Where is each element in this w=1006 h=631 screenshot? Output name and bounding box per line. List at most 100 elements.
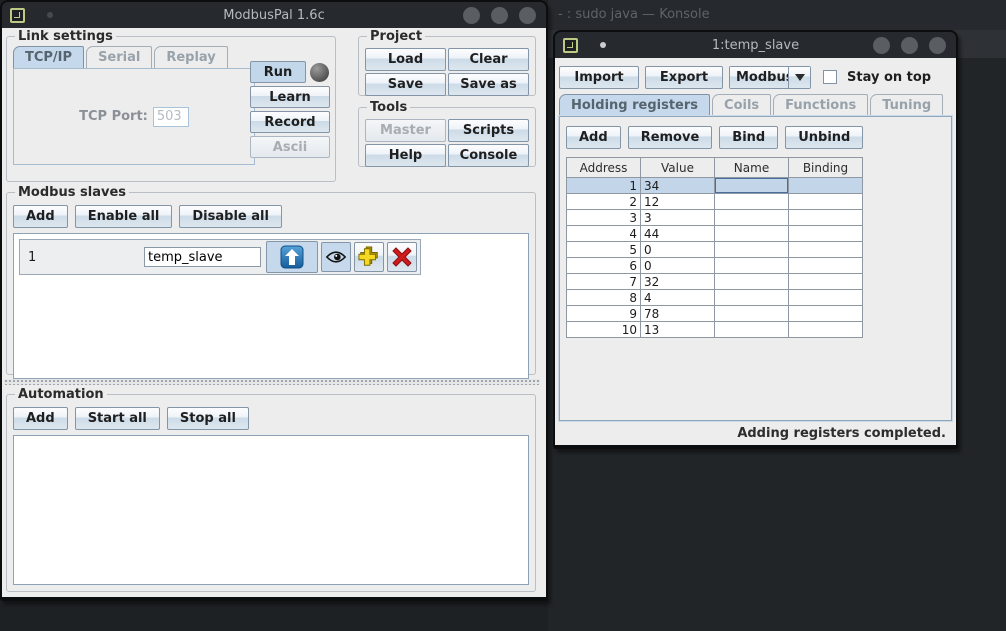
table-cell[interactable]: 7 bbox=[567, 274, 641, 290]
table-cell[interactable] bbox=[789, 274, 863, 290]
table-cell[interactable] bbox=[715, 258, 789, 274]
table-cell[interactable] bbox=[789, 226, 863, 242]
table-cell[interactable] bbox=[715, 290, 789, 306]
table-cell[interactable] bbox=[715, 306, 789, 322]
table-row[interactable]: 444 bbox=[567, 226, 863, 242]
help-button[interactable]: Help bbox=[365, 144, 446, 167]
table-row[interactable]: 134 bbox=[567, 178, 863, 194]
table-row[interactable]: 33 bbox=[567, 210, 863, 226]
tab-tuning[interactable]: Tuning bbox=[870, 94, 943, 116]
table-cell[interactable]: 8 bbox=[567, 290, 641, 306]
column-header-address[interactable]: Address bbox=[567, 158, 641, 178]
table-cell[interactable] bbox=[715, 178, 789, 194]
table-cell[interactable]: 78 bbox=[641, 306, 715, 322]
modbuspal-titlebar[interactable]: ModbusPal 1.6c bbox=[2, 2, 546, 28]
protocol-combobox[interactable]: Modbus bbox=[729, 66, 811, 89]
table-row[interactable]: 50 bbox=[567, 242, 863, 258]
table-cell[interactable] bbox=[715, 226, 789, 242]
table-row[interactable]: 60 bbox=[567, 258, 863, 274]
table-cell[interactable]: 0 bbox=[641, 258, 715, 274]
table-cell[interactable]: 0 bbox=[641, 242, 715, 258]
table-cell[interactable] bbox=[789, 258, 863, 274]
register-remove-button[interactable]: Remove bbox=[628, 126, 713, 149]
column-header-name[interactable]: Name bbox=[715, 158, 789, 178]
table-cell[interactable] bbox=[715, 242, 789, 258]
register-bind-button[interactable]: Bind bbox=[719, 126, 778, 149]
tab-coils[interactable]: Coils bbox=[712, 94, 771, 116]
table-cell[interactable]: 32 bbox=[641, 274, 715, 290]
load-button[interactable]: Load bbox=[365, 48, 446, 71]
export-button[interactable]: Export bbox=[645, 66, 723, 89]
table-cell[interactable] bbox=[715, 274, 789, 290]
table-row[interactable]: 84 bbox=[567, 290, 863, 306]
slave-add-register-button[interactable] bbox=[354, 242, 384, 272]
table-cell[interactable]: 4 bbox=[567, 226, 641, 242]
record-button[interactable]: Record bbox=[250, 111, 330, 133]
clear-button[interactable]: Clear bbox=[448, 48, 529, 71]
table-cell[interactable] bbox=[789, 194, 863, 210]
scripts-button[interactable]: Scripts bbox=[448, 119, 529, 142]
table-cell[interactable]: 3 bbox=[641, 210, 715, 226]
slave-visibility-button[interactable] bbox=[321, 242, 351, 272]
table-cell[interactable]: 10 bbox=[567, 322, 641, 338]
table-row[interactable]: 732 bbox=[567, 274, 863, 290]
tcp-port-input[interactable] bbox=[153, 107, 189, 127]
automation-add-button[interactable]: Add bbox=[13, 407, 68, 430]
slave-delete-button[interactable] bbox=[387, 242, 417, 272]
import-button[interactable]: Import bbox=[559, 66, 639, 89]
table-row[interactable]: 978 bbox=[567, 306, 863, 322]
chevron-down-icon[interactable] bbox=[788, 67, 810, 88]
table-row[interactable]: 1013 bbox=[567, 322, 863, 338]
split-pane-divider[interactable] bbox=[4, 379, 540, 385]
slaves-add-button[interactable]: Add bbox=[13, 205, 68, 228]
table-cell[interactable]: 5 bbox=[567, 242, 641, 258]
table-cell[interactable] bbox=[789, 210, 863, 226]
tab-holding-registers[interactable]: Holding registers bbox=[559, 94, 710, 116]
table-cell[interactable]: 3 bbox=[567, 210, 641, 226]
table-cell[interactable] bbox=[789, 290, 863, 306]
table-cell[interactable]: 34 bbox=[641, 178, 715, 194]
automation-title: Automation bbox=[15, 387, 107, 402]
save-as-button[interactable]: Save as bbox=[448, 73, 529, 96]
tab-tcpip[interactable]: TCP/IP bbox=[13, 46, 84, 68]
learn-button[interactable]: Learn bbox=[250, 86, 330, 108]
tab-replay[interactable]: Replay bbox=[154, 46, 227, 68]
save-button[interactable]: Save bbox=[365, 73, 446, 96]
slave-name-input[interactable] bbox=[144, 247, 261, 267]
run-button[interactable]: Run bbox=[250, 61, 306, 83]
konsole-titlebar[interactable]: - : sudo java — Konsole bbox=[548, 0, 1006, 30]
table-cell[interactable] bbox=[789, 306, 863, 322]
enable-all-button[interactable]: Enable all bbox=[75, 205, 173, 228]
start-all-button[interactable]: Start all bbox=[75, 407, 160, 430]
disable-all-button[interactable]: Disable all bbox=[179, 205, 282, 228]
table-row[interactable]: 212 bbox=[567, 194, 863, 210]
table-cell[interactable]: 9 bbox=[567, 306, 641, 322]
register-unbind-button[interactable]: Unbind bbox=[785, 126, 863, 149]
table-cell[interactable]: 6 bbox=[567, 258, 641, 274]
table-cell[interactable]: 2 bbox=[567, 194, 641, 210]
table-cell[interactable] bbox=[715, 194, 789, 210]
table-cell[interactable] bbox=[715, 210, 789, 226]
temp-slave-titlebar[interactable]: 1:temp_slave bbox=[555, 32, 956, 58]
gold-plus-icon bbox=[358, 246, 380, 268]
table-cell[interactable]: 13 bbox=[641, 322, 715, 338]
tools-group: Tools Master Scripts Help Console bbox=[358, 100, 536, 167]
table-cell[interactable]: 12 bbox=[641, 194, 715, 210]
column-header-value[interactable]: Value bbox=[641, 158, 715, 178]
table-cell[interactable]: 1 bbox=[567, 178, 641, 194]
register-add-button[interactable]: Add bbox=[566, 126, 621, 149]
up-arrow-icon bbox=[280, 245, 304, 269]
console-button[interactable]: Console bbox=[448, 144, 529, 167]
table-cell[interactable]: 4 bbox=[641, 290, 715, 306]
stop-all-button[interactable]: Stop all bbox=[167, 407, 249, 430]
column-header-binding[interactable]: Binding bbox=[789, 158, 863, 178]
stay-on-top-checkbox[interactable] bbox=[823, 70, 837, 84]
slave-enabled-toggle[interactable] bbox=[266, 241, 318, 273]
table-cell[interactable] bbox=[789, 322, 863, 338]
table-cell[interactable] bbox=[715, 322, 789, 338]
table-cell[interactable] bbox=[789, 178, 863, 194]
tab-functions[interactable]: Functions bbox=[773, 94, 868, 116]
table-cell[interactable] bbox=[789, 242, 863, 258]
table-cell[interactable]: 44 bbox=[641, 226, 715, 242]
tab-serial[interactable]: Serial bbox=[86, 46, 152, 68]
